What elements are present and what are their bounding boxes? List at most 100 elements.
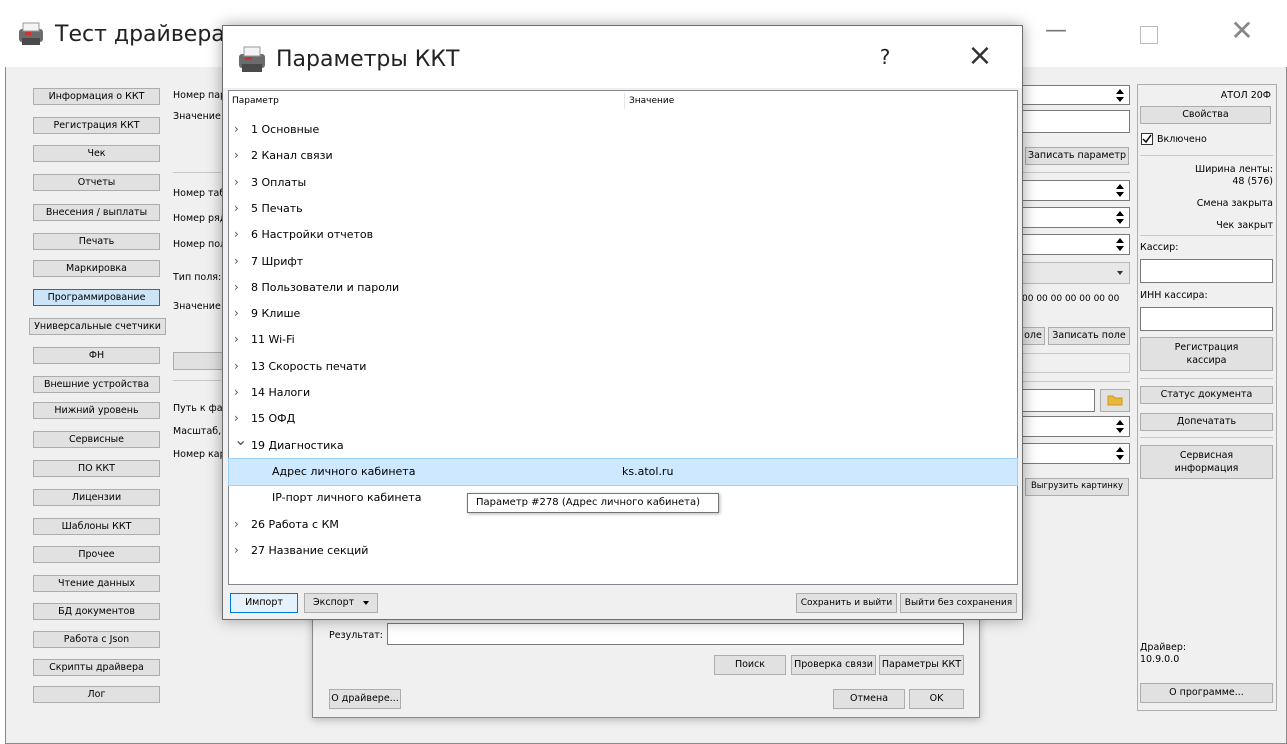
chevron-right-icon[interactable]: › [234, 386, 242, 398]
nav-button[interactable]: Регистрация ККТ [33, 117, 160, 134]
read-field-button[interactable]: оле [1021, 327, 1045, 345]
nav-button[interactable]: Лицензии [33, 489, 160, 506]
nav-button[interactable]: Лог [33, 686, 160, 703]
chevron-right-icon[interactable]: › [234, 544, 242, 556]
param-value-input[interactable] [1022, 110, 1130, 133]
nav-button[interactable]: Скрипты драйвера [33, 659, 160, 676]
file-path-input[interactable] [1022, 389, 1095, 412]
save-exit-button[interactable]: Сохранить и выйти [796, 593, 897, 613]
spinner-icon[interactable] [1114, 237, 1126, 253]
import-button[interactable]: Импорт [230, 593, 298, 613]
result-field[interactable] [387, 623, 964, 645]
nav-button[interactable]: Отчеты [33, 174, 160, 191]
nav-button[interactable]: Шаблоны ККТ [33, 518, 160, 535]
spinner-icon[interactable] [1114, 88, 1126, 104]
row-number-input[interactable] [1022, 207, 1130, 228]
nav-button[interactable]: Прочее [33, 546, 160, 563]
chevron-right-icon[interactable]: › [234, 333, 242, 345]
nav-button[interactable]: Работа с Json [33, 631, 160, 648]
nav-button[interactable]: Внешние устройства [33, 376, 160, 393]
chevron-right-icon[interactable]: › [234, 307, 242, 319]
tree-group-item[interactable]: › 14 Налоги [229, 380, 1017, 406]
nav-button[interactable]: Информация о ККТ [33, 88, 160, 105]
tree-group-item[interactable]: › 3 Оплаты [229, 170, 1017, 196]
spinner-icon[interactable] [1114, 419, 1126, 435]
param-number-input[interactable] [1022, 85, 1130, 105]
field-type-select[interactable] [1022, 262, 1130, 284]
nav-button[interactable]: Маркировка [33, 260, 160, 277]
nav-button[interactable]: Чтение данных [33, 575, 160, 592]
field-number-input[interactable] [1022, 234, 1130, 255]
tree-group-item[interactable]: › 26 Работа с КМ [229, 512, 1017, 538]
picture-number-input[interactable] [1022, 443, 1130, 464]
tree-group-item[interactable]: › 2 Канал связи [229, 143, 1017, 169]
ok-button[interactable]: OK [909, 689, 964, 709]
chevron-right-icon[interactable]: › [234, 360, 242, 372]
cancel-button[interactable]: Отмена [833, 689, 905, 709]
nav-button[interactable]: БД документов [33, 603, 160, 620]
nav-button[interactable]: Внесения / выплаты [33, 204, 160, 221]
enabled-checkbox[interactable] [1141, 133, 1153, 145]
chevron-right-icon[interactable]: › [234, 518, 242, 530]
chevron-right-icon[interactable]: › [234, 255, 242, 267]
tree-group-item[interactable]: › 27 Название секций [229, 538, 1017, 564]
reprint-button[interactable]: Допечатать [1140, 413, 1273, 431]
nav-button[interactable]: Программирование [33, 289, 160, 306]
chevron-right-icon[interactable]: › [234, 412, 242, 424]
tree-group-item[interactable]: › 9 Клише [229, 301, 1017, 327]
write-field-button[interactable]: Записать поле [1048, 327, 1130, 345]
chevron-right-icon[interactable]: › [234, 202, 242, 214]
tree-child-item[interactable]: Адрес личного кабинета ks.atol.ru [228, 458, 1018, 486]
kkt-params-button[interactable]: Параметры ККТ [879, 655, 964, 675]
help-button[interactable]: ? [870, 45, 900, 69]
service-info-button[interactable]: Сервисная информация [1140, 445, 1273, 479]
document-status-button[interactable]: Статус документа [1140, 386, 1273, 404]
exit-no-save-button[interactable]: Выйти без сохранения [900, 593, 1017, 613]
nav-button[interactable]: Нижний уровень [33, 402, 160, 419]
spinner-icon[interactable] [1114, 446, 1126, 462]
nav-button[interactable]: Универсальные счетчики [29, 318, 166, 335]
upload-picture-button[interactable]: Выгрузить картинку [1025, 478, 1129, 496]
properties-button[interactable]: Свойства [1140, 106, 1271, 124]
tree-group-item[interactable]: › 15 ОФД [229, 406, 1017, 432]
tree-group-item[interactable]: › 7 Шрифт [229, 249, 1017, 275]
spinner-icon[interactable] [1114, 183, 1126, 199]
export-button[interactable]: Экспорт [304, 593, 378, 613]
register-cashier-button[interactable]: Регистрация кассира [1140, 337, 1273, 371]
cashier-inn-input[interactable] [1140, 307, 1273, 331]
close-icon[interactable]: ✕ [1222, 14, 1262, 47]
tree-group-item[interactable]: ⌄ 19 Диагностика [229, 432, 1017, 459]
column-header-param[interactable]: Параметр [232, 96, 279, 106]
search-button[interactable]: Поиск [714, 655, 786, 675]
chevron-right-icon[interactable]: › [234, 123, 242, 135]
nav-button[interactable]: Чек [33, 145, 160, 162]
nav-button[interactable]: Сервисные [33, 431, 160, 448]
column-header-value[interactable]: Значение [629, 96, 674, 106]
nav-button[interactable]: ФН [33, 347, 160, 364]
tree-group-item[interactable]: › 1 Основные [229, 117, 1017, 143]
chevron-down-icon[interactable]: ⌄ [234, 432, 247, 448]
chevron-right-icon[interactable]: › [234, 149, 242, 161]
browse-folder-button[interactable] [1100, 389, 1130, 412]
nav-button[interactable]: Печать [33, 233, 160, 250]
chevron-right-icon[interactable]: › [234, 281, 242, 293]
scale-input[interactable] [1022, 416, 1130, 437]
dialog-close-button[interactable]: × [960, 38, 1000, 73]
about-program-button[interactable]: О программе... [1140, 683, 1273, 703]
tree-group-item[interactable]: › 11 Wi-Fi [229, 327, 1017, 353]
minimize-icon[interactable]: — [1036, 18, 1076, 43]
check-connection-button[interactable]: Проверка связи [791, 655, 876, 675]
spinner-icon[interactable] [1114, 210, 1126, 226]
column-divider[interactable] [624, 93, 625, 109]
maximize-icon[interactable] [1140, 26, 1158, 44]
about-driver-button[interactable]: О драйвере... [329, 689, 401, 709]
tree-group-item[interactable]: › 8 Пользователи и пароли [229, 275, 1017, 301]
tree-group-item[interactable]: › 6 Настройки отчетов [229, 222, 1017, 248]
table-number-input[interactable] [1022, 180, 1130, 201]
chevron-right-icon[interactable]: › [234, 176, 242, 188]
nav-button[interactable]: ПО ККТ [33, 460, 160, 477]
tree-group-item[interactable]: › 5 Печать [229, 196, 1017, 222]
cashier-input[interactable] [1140, 259, 1273, 283]
tree-group-item[interactable]: › 13 Скорость печати [229, 354, 1017, 380]
partial-button[interactable] [173, 352, 223, 370]
